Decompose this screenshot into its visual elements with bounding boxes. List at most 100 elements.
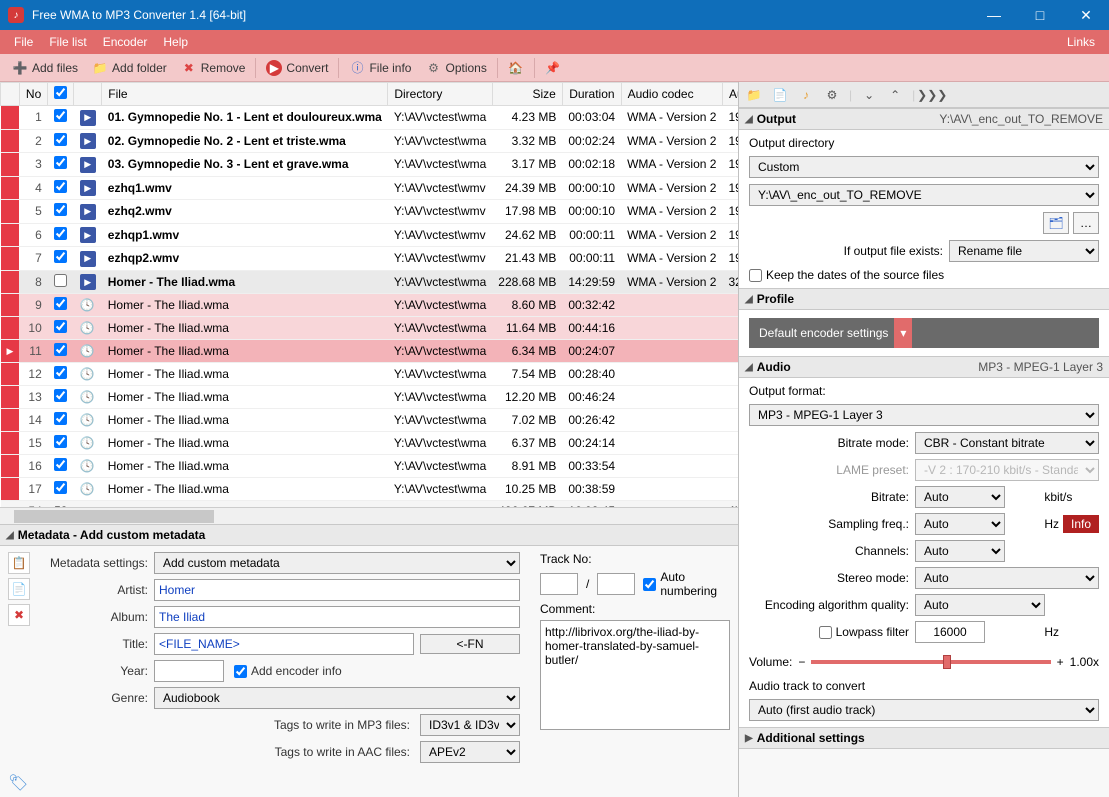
col-duration[interactable]: Duration xyxy=(562,83,621,106)
volume-slider[interactable] xyxy=(811,660,1050,664)
convert-button[interactable]: ▶Convert xyxy=(260,58,334,78)
row-checkbox[interactable] xyxy=(54,366,67,379)
output-mode-select[interactable]: Custom xyxy=(749,156,1099,178)
table-row[interactable]: 6▶ezhqp1.wmvY:\AV\vctest\wmv24.62 MB00:0… xyxy=(1,223,739,247)
home-button[interactable]: 🏠 xyxy=(502,58,530,78)
col-codec[interactable]: Audio codec xyxy=(621,83,722,106)
pin-button[interactable]: 📌 xyxy=(539,58,567,78)
info-badge[interactable]: Info xyxy=(1063,515,1099,533)
additional-header[interactable]: ▶Additional settings xyxy=(739,727,1109,749)
row-checkbox[interactable] xyxy=(54,250,67,263)
row-checkbox[interactable] xyxy=(54,297,67,310)
output-header[interactable]: ◢Output Y:\AV\_enc_out_TO_REMOVE xyxy=(739,108,1109,130)
album-input[interactable] xyxy=(154,606,520,628)
row-checkbox[interactable] xyxy=(54,435,67,448)
row-checkbox[interactable] xyxy=(54,458,67,471)
sample-select[interactable]: Auto xyxy=(915,513,1005,535)
metadata-header[interactable]: ◢ Metadata - Add custom metadata xyxy=(0,524,738,546)
aactags-select[interactable]: APEv2 xyxy=(420,741,520,763)
row-checkbox[interactable] xyxy=(54,412,67,425)
col-check[interactable] xyxy=(48,83,74,106)
channels-select[interactable]: Auto xyxy=(915,540,1005,562)
table-row[interactable]: 15🕓Homer - The Iliad.wmaY:\AV\vctest\wma… xyxy=(1,432,739,455)
exists-select[interactable]: Rename file xyxy=(949,240,1099,262)
copy-meta-button[interactable]: 📋 xyxy=(8,552,30,574)
auto-numbering-checkbox[interactable]: Auto numbering xyxy=(643,570,730,598)
chevron-down-icon[interactable]: ⌄ xyxy=(860,86,878,104)
bitrate-select[interactable]: Auto xyxy=(915,486,1005,508)
table-row[interactable]: 7▶ezhqp2.wmvY:\AV\vctest\wmv21.43 MB00:0… xyxy=(1,247,739,271)
fn-button[interactable]: <-FN xyxy=(420,634,520,654)
music-icon[interactable]: ♪ xyxy=(797,86,815,104)
menu-encoder[interactable]: Encoder xyxy=(95,30,156,54)
row-checkbox[interactable] xyxy=(54,320,67,333)
menu-file[interactable]: File xyxy=(6,30,41,54)
check-all[interactable] xyxy=(54,86,67,99)
table-row[interactable]: 12🕓Homer - The Iliad.wmaY:\AV\vctest\wma… xyxy=(1,363,739,386)
metadata-settings-select[interactable]: Add custom metadata xyxy=(154,552,520,574)
table-row[interactable]: 3▶03. Gymnopedie No. 3 - Lent et grave.w… xyxy=(1,153,739,177)
table-row[interactable]: 2▶02. Gymnopedie No. 2 - Lent et triste.… xyxy=(1,129,739,153)
keep-dates-checkbox[interactable]: Keep the dates of the source files xyxy=(749,268,1099,282)
table-row[interactable]: 9🕓Homer - The Iliad.wmaY:\AV\vctest\wma8… xyxy=(1,294,739,317)
track-to-input[interactable] xyxy=(597,573,635,595)
add-files-button[interactable]: ➕Add files xyxy=(6,58,84,78)
row-checkbox[interactable] xyxy=(54,133,67,146)
table-row[interactable]: 10🕓Homer - The Iliad.wmaY:\AV\vctest\wma… xyxy=(1,317,739,340)
format-select[interactable]: MP3 - MPEG-1 Layer 3 xyxy=(749,404,1099,426)
quality-select[interactable]: Auto xyxy=(915,594,1045,616)
menu-help[interactable]: Help xyxy=(155,30,196,54)
row-checkbox[interactable] xyxy=(54,343,67,356)
row-checkbox[interactable] xyxy=(54,481,67,494)
table-row[interactable]: 1▶01. Gymnopedie No. 1 - Lent et doulour… xyxy=(1,106,739,130)
col-directory[interactable]: Directory xyxy=(388,83,492,106)
maximize-button[interactable]: □ xyxy=(1017,0,1063,30)
row-checkbox[interactable] xyxy=(54,180,67,193)
add-folder-button[interactable]: 📁Add folder xyxy=(86,58,173,78)
table-row[interactable]: ▶11🕓Homer - The Iliad.wmaY:\AV\vctest\wm… xyxy=(1,340,739,363)
artist-input[interactable] xyxy=(154,579,520,601)
row-checkbox[interactable] xyxy=(54,227,67,240)
audio-track-select[interactable]: Auto (first audio track) xyxy=(749,699,1099,721)
bitrate-mode-select[interactable]: CBR - Constant bitrate xyxy=(915,432,1099,454)
volume-minus[interactable]: − xyxy=(798,655,805,669)
lowpass-checkbox[interactable]: Lowpass filter xyxy=(749,625,909,639)
menu-filelist[interactable]: File list xyxy=(41,30,94,54)
minimize-button[interactable]: — xyxy=(971,0,1017,30)
close-button[interactable]: ✕ xyxy=(1063,0,1109,30)
menu-links[interactable]: Links xyxy=(1059,30,1103,54)
table-row[interactable]: 16🕓Homer - The Iliad.wmaY:\AV\vctest\wma… xyxy=(1,455,739,478)
table-row[interactable]: 14🕓Homer - The Iliad.wmaY:\AV\vctest\wma… xyxy=(1,409,739,432)
col-no[interactable]: No xyxy=(19,83,47,106)
more-icon[interactable]: ❯❯❯ xyxy=(923,86,941,104)
lowpass-input[interactable] xyxy=(915,621,985,643)
row-checkbox[interactable] xyxy=(54,274,67,287)
settings-icon[interactable]: ⚙ xyxy=(823,86,841,104)
profile-dropdown-icon[interactable]: ▾ xyxy=(894,318,912,348)
row-checkbox[interactable] xyxy=(54,109,67,122)
browse-icon-button[interactable]: 🗂 xyxy=(1043,212,1069,234)
folder-icon[interactable]: 📁 xyxy=(745,86,763,104)
file-info-button[interactable]: ⓘFile info xyxy=(343,58,417,78)
track-from-input[interactable] xyxy=(540,573,578,595)
col-file[interactable]: File xyxy=(102,83,388,106)
horizontal-scrollbar[interactable] xyxy=(0,507,738,524)
clear-meta-button[interactable]: ✖ xyxy=(8,604,30,626)
volume-plus[interactable]: + xyxy=(1057,655,1064,669)
options-button[interactable]: ⚙Options xyxy=(419,58,492,78)
table-row[interactable]: 5▶ezhq2.wmvY:\AV\vctest\wmv17.98 MB00:00… xyxy=(1,200,739,224)
file-grid[interactable]: No File Directory Size Duration Audio co… xyxy=(0,82,738,507)
table-row[interactable]: 17🕓Homer - The Iliad.wmaY:\AV\vctest\wma… xyxy=(1,478,739,501)
document-icon[interactable]: 📄 xyxy=(771,86,789,104)
year-input[interactable] xyxy=(154,660,224,682)
col-audi[interactable]: Audi.. xyxy=(722,83,738,106)
table-row[interactable]: 4▶ezhq1.wmvY:\AV\vctest\wmv24.39 MB00:00… xyxy=(1,176,739,200)
genre-select[interactable]: Audiobook xyxy=(154,687,520,709)
paste-meta-button[interactable]: 📄 xyxy=(8,578,30,600)
output-path-select[interactable]: Y:\AV\_enc_out_TO_REMOVE xyxy=(749,184,1099,206)
stereo-select[interactable]: Auto xyxy=(915,567,1099,589)
row-checkbox[interactable] xyxy=(54,156,67,169)
profile-select[interactable]: Default encoder settings ▾ xyxy=(749,318,1099,348)
row-checkbox[interactable] xyxy=(54,203,67,216)
encoder-info-checkbox[interactable]: Add encoder info xyxy=(234,664,342,678)
